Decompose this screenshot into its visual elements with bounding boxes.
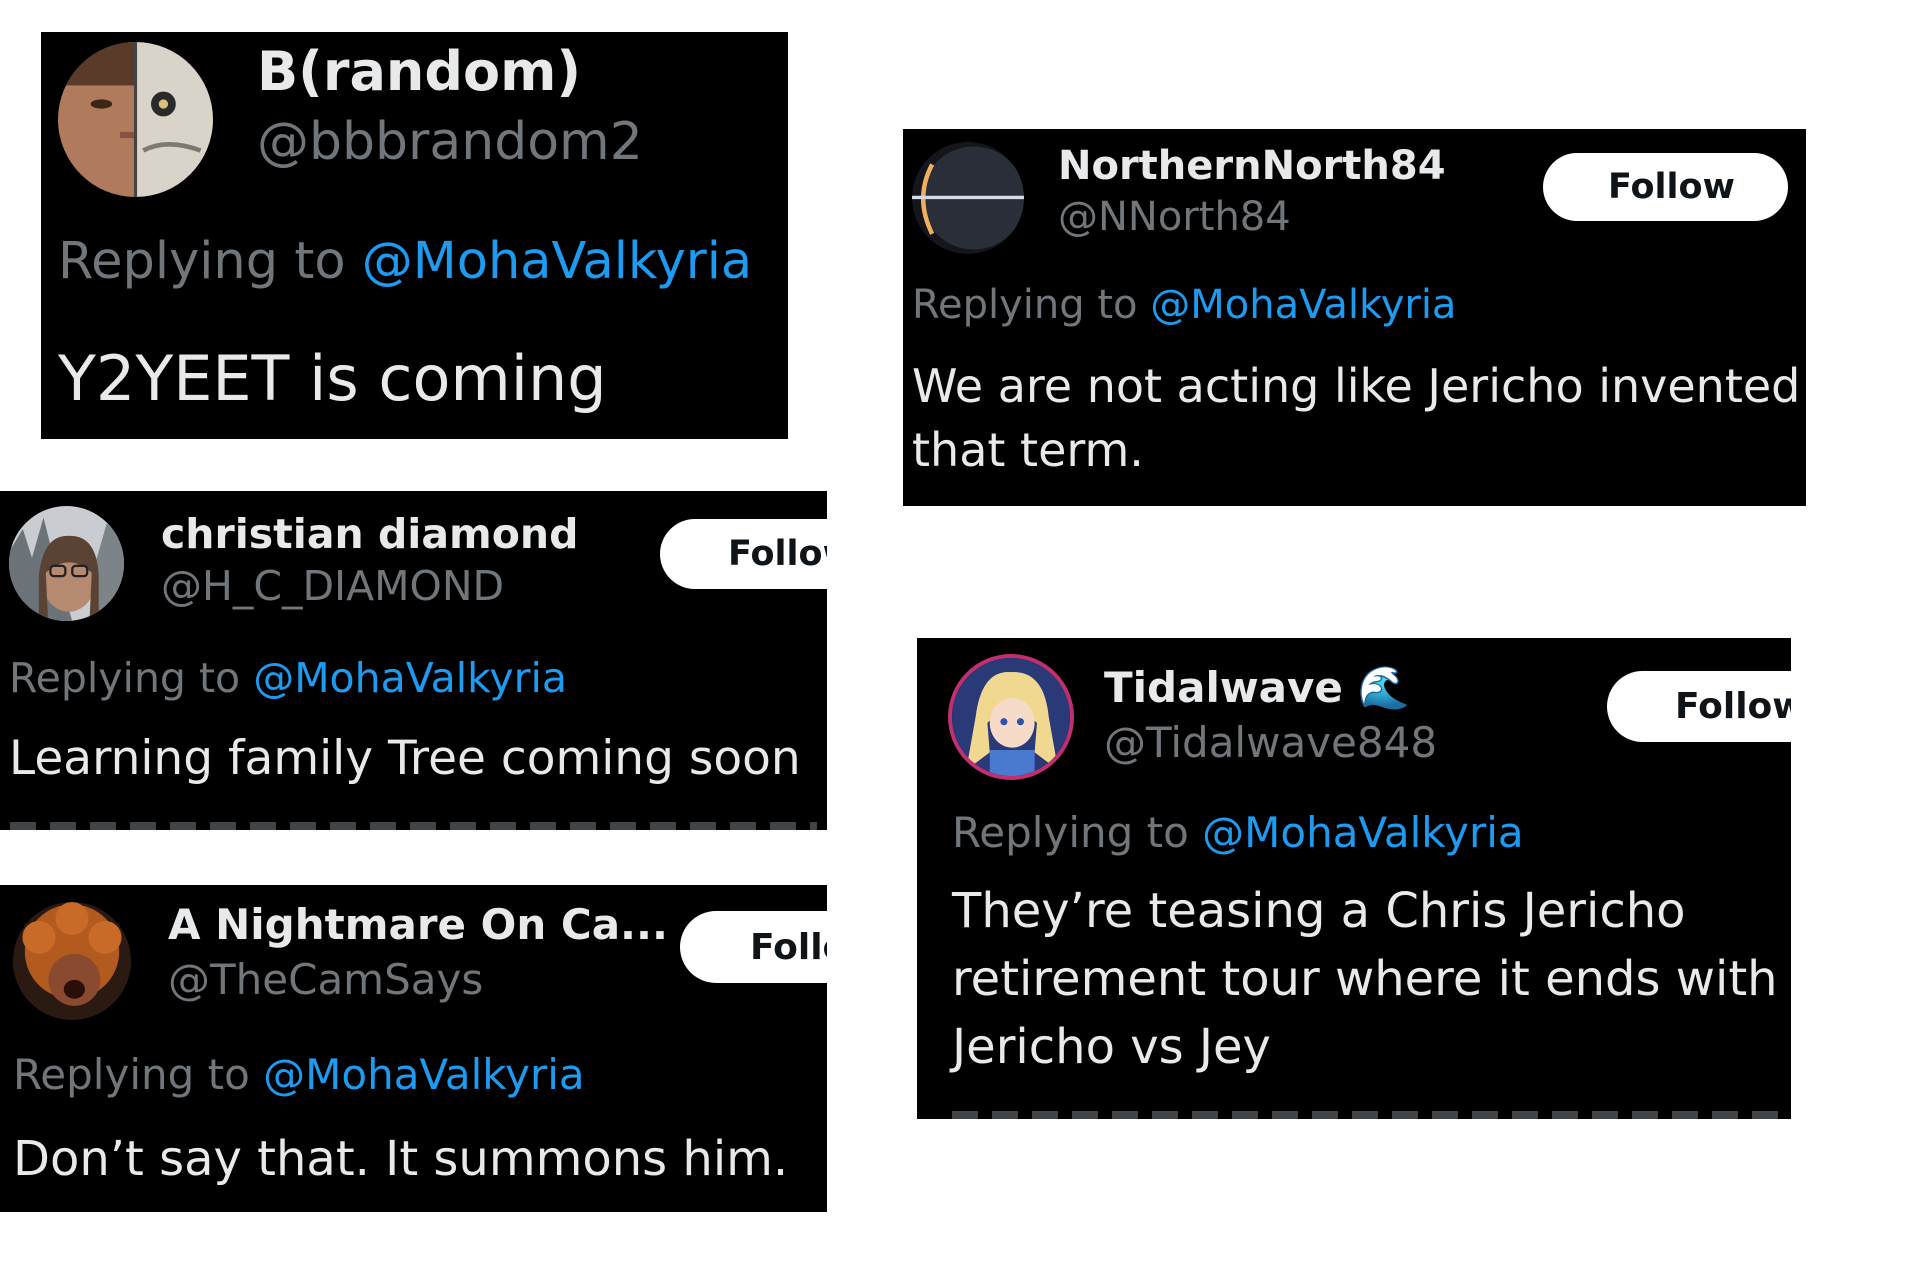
tweet-text-line-3: Jericho vs Jey (952, 1019, 1271, 1075)
follow-button[interactable]: Follow (680, 911, 827, 983)
tweet-text-line-1: We are not acting like Jericho invented (912, 359, 1801, 413)
anime-character-avatar-icon[interactable] (952, 658, 1070, 776)
half-face-half-cat-avatar-icon[interactable] (58, 42, 213, 197)
replying-to: Replying to @MohaValkyria (952, 808, 1524, 857)
display-name[interactable]: NorthernNorth84 (1058, 143, 1446, 189)
mention-link[interactable]: @MohaValkyria (362, 232, 752, 291)
replying-to: Replying to @MohaValkyria (13, 1050, 585, 1099)
replying-to-label: Replying to (9, 654, 254, 702)
replying-to-label: Replying to (912, 282, 1151, 328)
display-name[interactable]: christian diamond (161, 510, 578, 558)
clipped-timestamp-line (10, 822, 817, 830)
person-glasses-avatar-icon[interactable] (9, 506, 124, 621)
tweet-card-christian-diamond: christian diamond @H_C_DIAMOND Follow Re… (0, 491, 827, 830)
user-handle[interactable]: @NNorth84 (1058, 194, 1291, 240)
user-handle[interactable]: @Tidalwave848 (1104, 718, 1437, 767)
mention-link[interactable]: @MohaValkyria (253, 654, 567, 702)
tweet-card-tidalwave: Tidalwave 🌊 @Tidalwave848 Follow Replyin… (917, 638, 1791, 1119)
clipped-timestamp-line (952, 1111, 1781, 1119)
replying-to: Replying to @MohaValkyria (912, 282, 1456, 328)
follow-button[interactable]: Follow (660, 519, 827, 589)
follow-button[interactable]: Follow (1607, 671, 1791, 742)
tweet-card-nightmare: A Nightmare On Ca... @TheCamSays Follow … (0, 885, 827, 1212)
follow-button[interactable]: Follow (1543, 153, 1788, 221)
tweet-text: Learning family Tree coming soon (9, 731, 801, 786)
replying-to: Replying to @MohaValkyria (9, 654, 567, 702)
mention-link[interactable]: @MohaValkyria (263, 1050, 585, 1099)
tweet-text: Don’t say that. It summons him. (13, 1131, 789, 1187)
tweet-text-line-2: that term. (912, 423, 1144, 477)
user-handle[interactable]: @TheCamSays (168, 955, 483, 1004)
display-name-text: Tidalwave (1104, 663, 1343, 712)
curly-hair-person-avatar-icon[interactable] (13, 902, 131, 1020)
replying-to-label: Replying to (13, 1050, 264, 1099)
tweet-text-line-1: They’re teasing a Chris Jericho (952, 883, 1686, 939)
display-name[interactable]: A Nightmare On Ca... (168, 900, 668, 949)
replying-to-label: Replying to (58, 232, 362, 291)
user-handle[interactable]: @bbbrandom2 (257, 112, 643, 172)
planet-eclipse-avatar-icon[interactable] (912, 142, 1024, 254)
tweet-card-northernnorth84: NorthernNorth84 @NNorth84 Follow Replyin… (903, 129, 1806, 506)
replying-to-label: Replying to (952, 808, 1203, 857)
water-wave-icon: 🌊 (1357, 663, 1410, 712)
display-name[interactable]: Tidalwave 🌊 (1104, 663, 1410, 713)
tweet-text: Y2YEET is coming (58, 342, 607, 415)
mention-link[interactable]: @MohaValkyria (1202, 808, 1524, 857)
user-handle[interactable]: @H_C_DIAMOND (161, 562, 504, 610)
tweet-card-brandom: B(random) @bbbrandom2 Replying to @MohaV… (41, 32, 788, 439)
display-name[interactable]: B(random) (257, 40, 581, 103)
mention-link[interactable]: @MohaValkyria (1150, 282, 1456, 328)
tweet-text-line-2: retirement tour where it ends with (952, 951, 1778, 1007)
replying-to: Replying to @MohaValkyria (58, 232, 752, 291)
